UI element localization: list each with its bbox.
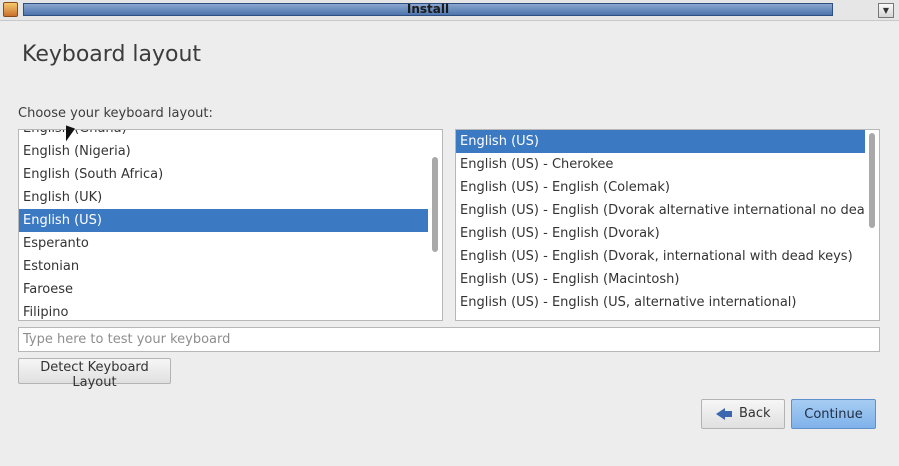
layout-list-item[interactable]: Esperanto: [19, 232, 428, 255]
layout-list-scrollbar[interactable]: [428, 130, 442, 320]
back-button-label: Back: [739, 406, 771, 421]
layout-list-item[interactable]: English (South Africa): [19, 163, 428, 186]
chevron-down-icon[interactable]: ▼: [878, 3, 894, 18]
keyboard-variant-list[interactable]: English (US) English (US) - Cherokee Engli…: [455, 129, 880, 321]
layout-list-item[interactable]: English (UK): [19, 186, 428, 209]
layout-list-item[interactable]: English (Nigeria): [19, 140, 428, 163]
variant-list-item[interactable]: English (US): [456, 130, 865, 153]
keyboard-test-input[interactable]: [18, 327, 880, 352]
variant-list-item[interactable]: English (US) - English (Dvorak, internat…: [456, 245, 865, 268]
layout-list-item[interactable]: Filipino: [19, 301, 428, 320]
window-title: Install: [406, 2, 450, 16]
variant-list-item[interactable]: English (US) - English (Macintosh): [456, 268, 865, 291]
choose-layout-label: Choose your keyboard layout:: [18, 106, 213, 121]
variant-list-item[interactable]: English (US) - Cherokee: [456, 153, 865, 176]
variant-list-scroll-thumb[interactable]: [869, 133, 875, 228]
detect-keyboard-layout-button[interactable]: Detect Keyboard Layout: [18, 358, 171, 390]
variant-list-items: English (US) English (US) - Cherokee Engli…: [456, 130, 879, 314]
continue-button[interactable]: Continue: [791, 399, 876, 429]
layout-list-item[interactable]: English (US): [19, 209, 428, 232]
layout-list-item[interactable]: Faroese: [19, 278, 428, 301]
mouse-cursor-icon: [66, 125, 75, 145]
variant-list-item[interactable]: English (US) - English (US, alternative …: [456, 291, 865, 314]
variant-list-item[interactable]: English (US) - English (Dvorak alternati…: [456, 199, 879, 222]
layout-list-item[interactable]: Estonian: [19, 255, 428, 278]
installer-icon[interactable]: [3, 2, 18, 17]
arrow-left-icon-tail: [724, 411, 732, 417]
layout-list-scroll-thumb[interactable]: [432, 157, 438, 252]
keyboard-layout-list[interactable]: English (Ghana)English (Nigeria)English …: [18, 129, 443, 321]
layout-list-items: English (Ghana)English (Nigeria)English …: [19, 130, 428, 320]
variant-list-scrollbar[interactable]: [865, 130, 879, 320]
page-title: Keyboard layout: [22, 42, 202, 67]
back-button[interactable]: Back: [701, 399, 785, 429]
layout-list-item[interactable]: English (Ghana): [19, 130, 428, 140]
variant-list-item[interactable]: English (US) - English (Colemak): [456, 176, 865, 199]
variant-list-item[interactable]: English (US) - English (Dvorak): [456, 222, 865, 245]
title-strip: Install: [23, 2, 833, 16]
window-titlebar[interactable]: Install ▼: [0, 0, 899, 21]
